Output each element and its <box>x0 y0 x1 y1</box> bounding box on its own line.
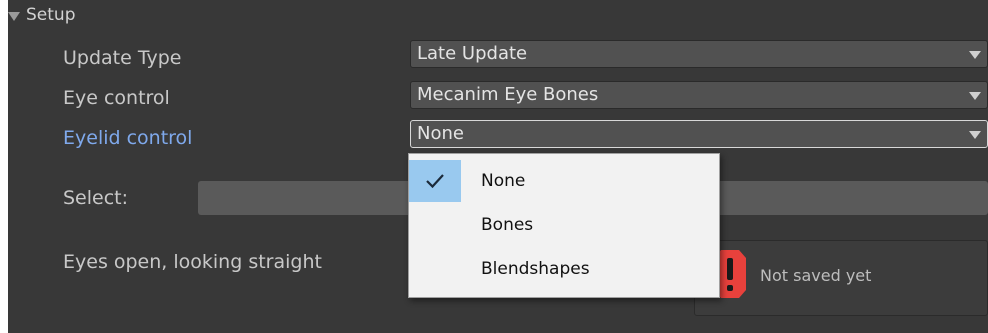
section-title: Setup <box>26 5 76 25</box>
menu-item-none[interactable]: None <box>409 160 719 202</box>
menu-item-label: Bones <box>481 215 534 235</box>
dropdown-caret-icon <box>969 51 981 59</box>
eye-control-label: Eye control <box>63 87 170 109</box>
menu-item-bones[interactable]: Bones <box>409 204 719 246</box>
eyelid-control-value: None <box>417 123 464 144</box>
eye-control-dropdown[interactable]: Mecanim Eye Bones <box>410 81 988 109</box>
select-label: Select: <box>63 187 129 209</box>
eyelid-dropdown-menu: None Bones Blendshapes <box>408 153 720 298</box>
update-type-dropdown[interactable]: Late Update <box>410 40 988 68</box>
notice-text: Not saved yet <box>760 266 872 285</box>
menu-item-label: Blendshapes <box>481 259 590 279</box>
update-type-label: Update Type <box>63 47 182 69</box>
menu-item-blendshapes[interactable]: Blendshapes <box>409 248 719 290</box>
eye-control-value: Mecanim Eye Bones <box>417 84 599 105</box>
eyes-open-label: Eyes open, looking straight <box>63 251 322 273</box>
checkmark-icon <box>409 160 461 202</box>
setup-foldout[interactable]: Setup <box>8 4 75 26</box>
dropdown-caret-icon <box>969 92 981 100</box>
dropdown-caret-icon <box>969 131 981 139</box>
eyelid-control-label: Eyelid control <box>63 127 193 149</box>
menu-item-label: None <box>481 171 526 191</box>
eyelid-control-dropdown[interactable]: None <box>410 120 988 148</box>
update-type-value: Late Update <box>417 43 528 64</box>
foldout-arrow-icon[interactable] <box>8 11 20 21</box>
